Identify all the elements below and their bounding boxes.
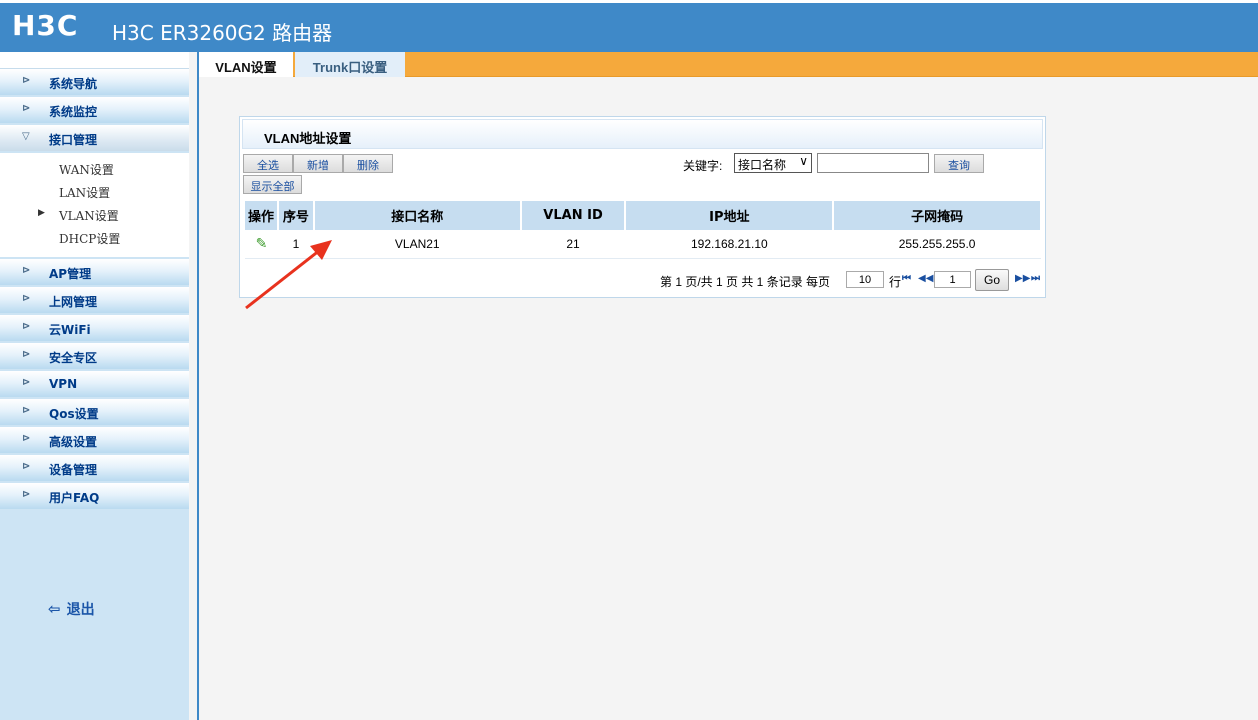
vlan-address-panel: VLAN地址设置 全选 新增 删除 显示全部 关键字: 接口名称 ∨ 查询 操作… xyxy=(239,116,1046,298)
sidebar-item-device-mgmt[interactable]: ⊳ 设备管理 xyxy=(0,455,189,481)
sidebar-divider xyxy=(197,52,199,720)
sidebar-item-qos[interactable]: ⊳ Qos设置 xyxy=(0,399,189,425)
chevron-right-icon: ⊳ xyxy=(22,103,31,114)
header-index: 序号 xyxy=(277,201,315,230)
pagination-summary: 第 1 页/共 1 页 共 1 条记录 每页 xyxy=(660,275,831,289)
chevron-right-icon: ⊳ xyxy=(22,75,31,86)
first-page-icon[interactable]: ⏮ xyxy=(902,273,911,284)
panel-title: VLAN地址设置 xyxy=(242,119,1043,149)
sidebar-item-cloud-wifi[interactable]: ⊳ 云WiFi xyxy=(0,315,189,341)
logout-button[interactable]: ⇦ 退出 xyxy=(48,599,95,619)
cell-vlan-id: 21 xyxy=(520,230,626,259)
chevron-right-icon: ⊳ xyxy=(22,377,31,388)
per-page-input[interactable] xyxy=(846,271,884,288)
keyword-input[interactable] xyxy=(817,153,929,173)
keyword-label: 关键字: xyxy=(683,159,723,173)
chevron-down-icon: ∨ xyxy=(799,154,808,168)
header-interface-name: 接口名称 xyxy=(313,201,522,230)
cell-subnet-mask: 255.255.255.0 xyxy=(833,230,1041,259)
submenu-item-dhcp[interactable]: DHCP设置 xyxy=(0,226,189,249)
chevron-right-icon: ⊳ xyxy=(22,489,31,500)
cell-interface-name: VLAN21 xyxy=(313,230,521,259)
go-button[interactable]: Go xyxy=(975,269,1009,291)
logout-icon: ⇦ xyxy=(48,601,61,618)
chevron-down-icon: ▽ xyxy=(22,131,30,142)
h3c-logo: H3C xyxy=(12,9,79,42)
add-button[interactable]: 新增 xyxy=(293,154,343,173)
chevron-right-icon: ⊳ xyxy=(22,265,31,276)
keyword-field-select[interactable]: 接口名称 ∨ xyxy=(734,153,812,173)
submenu-item-wan[interactable]: WAN设置 xyxy=(0,157,189,180)
sidebar-item-system-monitor[interactable]: ⊳ 系统监控 xyxy=(0,97,189,123)
active-marker-icon: ▶ xyxy=(38,208,45,218)
submenu-item-lan[interactable]: LAN设置 xyxy=(0,180,189,203)
row-label: 行 xyxy=(889,275,902,289)
chevron-right-icon: ⊳ xyxy=(22,433,31,444)
header-action: 操作 xyxy=(245,201,279,230)
top-header: H3C H3C ER3260G2 路由器 xyxy=(0,0,1258,52)
page-number-input[interactable] xyxy=(934,271,971,288)
router-title: H3C ER3260G2 路由器 xyxy=(112,21,333,45)
annotation-arrow xyxy=(245,240,332,310)
prev-page-icon[interactable]: ◀◀ xyxy=(918,273,933,284)
logout-label: 退出 xyxy=(66,601,95,617)
sidebar: ⊳ 系统导航 ⊳ 系统监控 ▽ 接口管理 WAN设置 LAN设置 ▶ VLAN设… xyxy=(0,52,189,720)
sidebar-item-vpn[interactable]: ⊳ VPN xyxy=(0,371,189,397)
chevron-right-icon: ⊳ xyxy=(22,461,31,472)
interface-submenu: WAN设置 LAN设置 ▶ VLAN设置 DHCP设置 xyxy=(0,153,189,257)
header-subnet-mask: 子网掩码 xyxy=(833,201,1042,230)
annotation-arrow-shaft xyxy=(245,248,321,310)
sidebar-item-security[interactable]: ⊳ 安全专区 xyxy=(0,343,189,369)
header-ip-address: IP地址 xyxy=(625,201,835,230)
query-button[interactable]: 查询 xyxy=(934,154,984,173)
last-page-icon[interactable]: ⏭ xyxy=(1031,273,1040,284)
delete-button[interactable]: 删除 xyxy=(343,154,393,173)
tab-trunk-settings[interactable]: Trunk口设置 xyxy=(295,52,405,77)
header-vlan-id: VLAN ID xyxy=(520,201,627,230)
sidebar-item-system-nav[interactable]: ⊳ 系统导航 xyxy=(0,69,189,95)
tab-vlan-settings[interactable]: VLAN设置 xyxy=(199,52,293,77)
sidebar-item-interface-mgmt[interactable]: ▽ 接口管理 xyxy=(0,125,189,151)
show-all-button[interactable]: 显示全部 xyxy=(243,175,302,194)
cell-ip-address: 192.168.21.10 xyxy=(625,230,834,259)
chevron-right-icon: ⊳ xyxy=(22,293,31,304)
chevron-right-icon: ⊳ xyxy=(22,349,31,360)
table-header-row: 操作 序号 接口名称 VLAN ID IP地址 子网掩码 xyxy=(245,201,1042,230)
submenu-item-vlan[interactable]: ▶ VLAN设置 xyxy=(0,203,189,226)
sidebar-item-ap-mgmt[interactable]: ⊳ AP管理 xyxy=(0,259,189,285)
sidebar-item-internet-mgmt[interactable]: ⊳ 上网管理 xyxy=(0,287,189,313)
next-page-icon[interactable]: ▶▶ xyxy=(1015,273,1030,284)
chevron-right-icon: ⊳ xyxy=(22,405,31,416)
tab-bar: VLAN设置 Trunk口设置 xyxy=(199,52,1258,77)
sidebar-item-advanced[interactable]: ⊳ 高级设置 xyxy=(0,427,189,453)
table-row: ✎ 1 VLAN21 21 192.168.21.10 255.255.255.… xyxy=(245,230,1041,259)
select-all-button[interactable]: 全选 xyxy=(243,154,293,173)
pagination: 第 1 页/共 1 页 共 1 条记录 每页 行 ⏮ ◀◀ Go ▶▶ ⏭ xyxy=(660,269,1045,291)
chevron-right-icon: ⊳ xyxy=(22,321,31,332)
sidebar-item-user-faq[interactable]: ⊳ 用户FAQ xyxy=(0,483,189,509)
vlan-table: 操作 序号 接口名称 VLAN ID IP地址 子网掩码 ✎ 1 VLAN21 … xyxy=(245,201,1042,259)
keyword-select-value: 接口名称 xyxy=(738,158,787,172)
